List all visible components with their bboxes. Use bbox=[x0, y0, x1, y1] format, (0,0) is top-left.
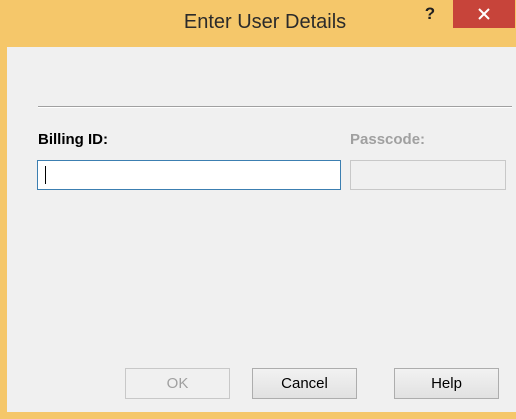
help-icon[interactable]: ? bbox=[410, 2, 450, 28]
billing-id-input[interactable] bbox=[37, 160, 341, 190]
ok-button[interactable]: OK bbox=[125, 368, 230, 399]
close-button[interactable] bbox=[453, 0, 515, 28]
billing-id-label: Billing ID: bbox=[38, 131, 108, 148]
cancel-button[interactable]: Cancel bbox=[252, 368, 357, 399]
text-caret bbox=[45, 166, 46, 184]
close-icon bbox=[478, 8, 490, 20]
dialog-window: Enter User Details ? Billing ID: Passcod… bbox=[0, 0, 516, 419]
passcode-input[interactable] bbox=[350, 160, 506, 190]
help-button[interactable]: Help bbox=[394, 368, 499, 399]
title-bar: Enter User Details ? bbox=[7, 0, 516, 47]
divider bbox=[38, 106, 512, 108]
passcode-label: Passcode: bbox=[350, 131, 426, 148]
dialog-content: Billing ID: Passcode: OK Cancel Help bbox=[14, 47, 516, 412]
